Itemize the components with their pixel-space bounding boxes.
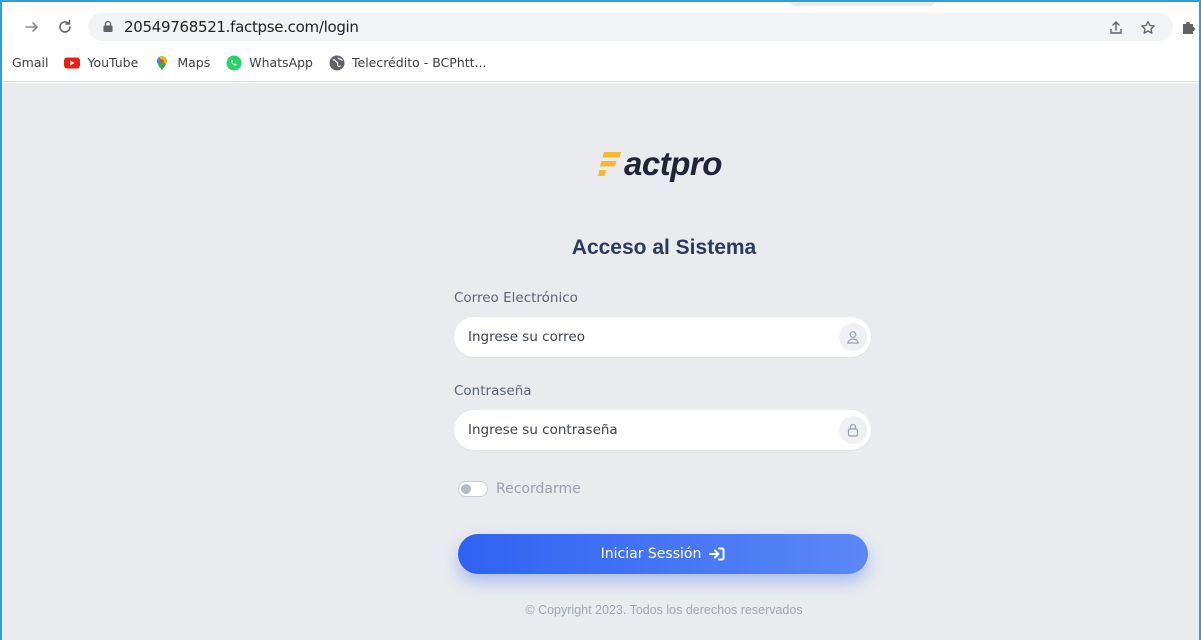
url-text[interactable]: 20549768521.factpse.com/login [124, 18, 359, 36]
reload-button[interactable] [55, 17, 75, 37]
lock-icon [103, 21, 113, 32]
email-field[interactable] [468, 317, 828, 357]
globe-icon [329, 55, 345, 71]
copyright-text: © Copyright 2023. Todos los derechos res… [525, 603, 803, 617]
lock-icon [839, 416, 867, 444]
arrow-right-icon [25, 22, 38, 32]
share-icon [1110, 21, 1122, 34]
bookmark-maps[interactable]: Maps [154, 55, 210, 71]
bookmark-star-button[interactable] [1138, 18, 1158, 38]
youtube-icon [64, 55, 81, 71]
bookmark-label: Telecrédito - BCPhtt... [352, 55, 487, 70]
whatsapp-icon [226, 55, 242, 71]
page-title: Acceso al Sistema [571, 236, 757, 259]
forward-button[interactable] [22, 17, 42, 37]
login-button[interactable]: Iniciar Sessión [458, 534, 868, 574]
maps-icon [154, 55, 170, 71]
bookmark-telecredito[interactable]: Telecrédito - BCPhtt... [329, 55, 486, 71]
bookmark-label: WhatsApp [249, 55, 313, 70]
user-icon [839, 323, 867, 351]
puzzle-icon [1183, 22, 1195, 34]
bookmark-label: Gmail [12, 55, 49, 70]
bookmark-label: YouTube [87, 55, 139, 70]
factpro-logo: actpro [598, 142, 722, 186]
password-field[interactable] [468, 410, 828, 450]
password-label: Contraseña [454, 383, 532, 399]
star-icon [1141, 20, 1155, 34]
email-field-wrapper [454, 317, 871, 357]
bookmark-label: Maps [177, 55, 211, 70]
share-button[interactable] [1106, 18, 1126, 38]
browser-tab-strip [790, 0, 935, 6]
bookmark-youtube[interactable]: YouTube [64, 55, 138, 71]
browser-toolbar: 20549768521.factpse.com/login [0, 0, 1201, 44]
logo-f-mark-icon [598, 152, 621, 176]
remember-label: Recordarme [496, 481, 581, 497]
login-button-label: Iniciar Sessión [600, 546, 702, 562]
extensions-button[interactable] [1178, 18, 1198, 38]
bookmark-gmail[interactable]: Gmail [12, 55, 48, 70]
email-label: Correo Electrónico [454, 290, 578, 306]
password-field-wrapper [454, 410, 871, 450]
logo-text: actpro [624, 145, 722, 182]
bookmarks-bar: Gmail YouTube Maps WhatsApp Telecrédito … [0, 44, 1201, 82]
sign-in-icon [709, 547, 725, 561]
remember-me: Recordarme [458, 481, 581, 497]
bookmark-whatsapp[interactable]: WhatsApp [226, 55, 313, 71]
remember-toggle[interactable] [458, 481, 488, 497]
reload-icon [59, 19, 71, 33]
